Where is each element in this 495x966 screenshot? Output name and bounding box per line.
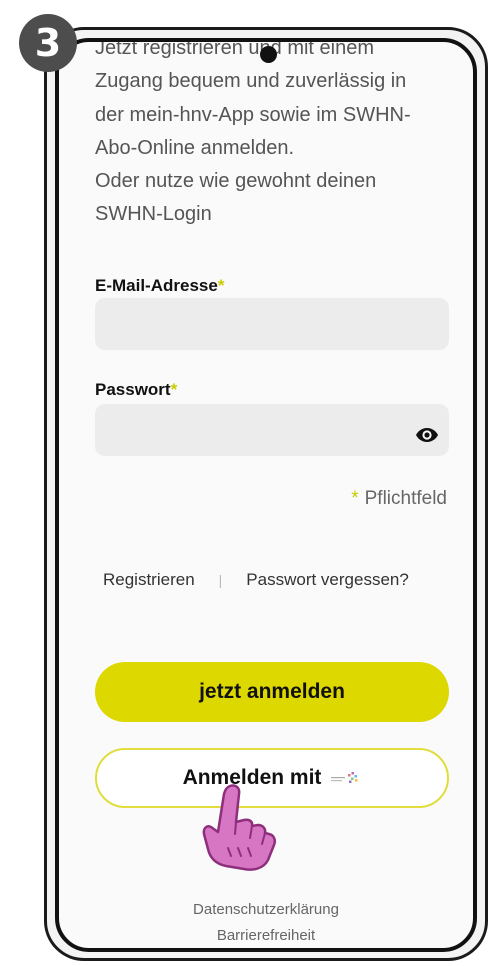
required-asterisk: * <box>351 488 359 509</box>
forgot-password-link[interactable]: Passwort vergessen? <box>246 570 409 590</box>
step-badge: 3 <box>19 14 77 72</box>
required-note: * Pflichtfeld <box>351 488 447 510</box>
link-separator: | <box>218 572 223 588</box>
login-button[interactable]: jetzt anmelden <box>95 662 449 722</box>
required-asterisk: * <box>170 380 178 399</box>
pointing-hand-icon <box>202 784 277 871</box>
accessibility-link[interactable]: Barrierefreiheit <box>59 927 473 944</box>
intro-line: der mein-hnv-App sowie im SWHN- <box>95 103 411 126</box>
email-label-text: E-Mail-Adresse <box>95 276 218 295</box>
provider-logo-icon <box>331 772 358 783</box>
password-label-text: Passwort <box>95 380 171 399</box>
privacy-link[interactable]: Datenschutzerklärung <box>59 901 473 918</box>
required-note-text: Pflichtfeld <box>364 488 447 509</box>
intro-line: SWHN-Login <box>95 203 212 226</box>
intro-line: Oder nutze wie gewohnt deinen <box>95 170 377 193</box>
email-label: E-Mail-Adresse* <box>95 276 224 296</box>
password-field[interactable] <box>95 404 449 456</box>
required-asterisk: * <box>217 276 225 295</box>
email-field[interactable] <box>95 298 449 350</box>
eye-icon[interactable] <box>415 423 439 447</box>
front-camera <box>260 46 277 63</box>
register-link[interactable]: Registrieren <box>103 570 195 590</box>
password-label: Passwort* <box>95 380 177 400</box>
intro-line: Zugang bequem und zuverlässig in <box>95 70 407 93</box>
intro-text: Jetzt registrieren und mit einem Zugang … <box>95 42 455 232</box>
intro-line: Abo-Online anmelden. <box>95 136 295 159</box>
auth-links: Registrieren | Passwort vergessen? <box>103 570 409 590</box>
